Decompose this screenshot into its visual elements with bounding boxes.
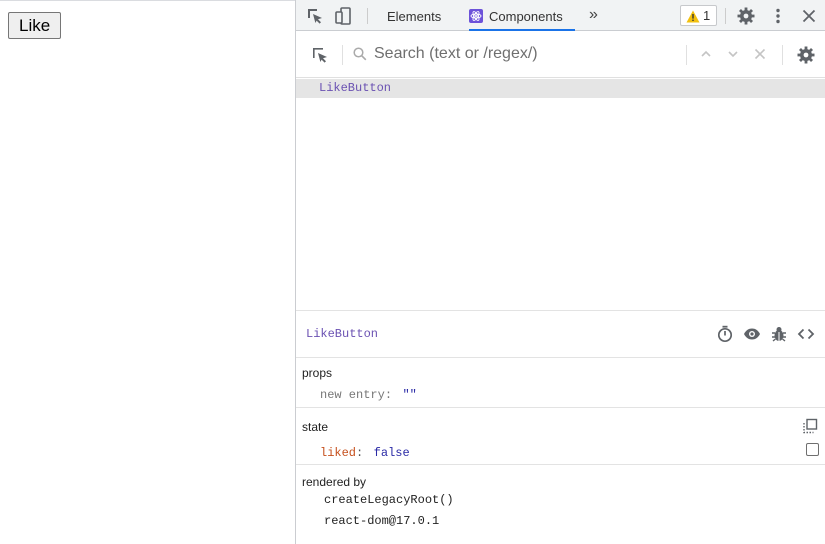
react-logo-icon bbox=[469, 9, 483, 23]
tab-components[interactable]: Components bbox=[469, 0, 575, 31]
state-title: state bbox=[302, 420, 329, 434]
next-result-icon[interactable] bbox=[725, 46, 741, 62]
search-divider bbox=[782, 45, 783, 65]
tab-components-label: Components bbox=[489, 9, 563, 24]
search-divider bbox=[342, 45, 343, 65]
copy-icon[interactable] bbox=[802, 418, 818, 434]
state-value: false bbox=[373, 446, 410, 460]
inspect-element-icon[interactable] bbox=[305, 6, 325, 26]
previous-result-icon[interactable] bbox=[698, 46, 714, 62]
warnings-count: 1 bbox=[703, 8, 711, 23]
tree-item-label: LikeButton bbox=[319, 81, 392, 95]
like-button[interactable]: Like bbox=[8, 12, 62, 39]
rendered-by-item: createLegacyRoot() bbox=[324, 493, 454, 507]
settings-gear-icon[interactable] bbox=[736, 6, 756, 26]
inspected-component-name: LikeButton bbox=[306, 327, 379, 341]
log-to-console-bug-icon[interactable] bbox=[770, 325, 788, 343]
state-key: liked bbox=[320, 446, 357, 460]
tab-elements-label: Elements bbox=[387, 9, 442, 24]
inspect-dom-eye-icon[interactable] bbox=[743, 325, 761, 343]
view-source-icon[interactable] bbox=[797, 325, 815, 343]
state-liked-checkbox[interactable] bbox=[806, 443, 819, 456]
clear-search-icon[interactable] bbox=[752, 46, 768, 62]
rendered-by-section: rendered by createLegacyRoot() react-dom… bbox=[296, 465, 825, 544]
state-liked[interactable]: liked: false bbox=[320, 443, 410, 461]
rendered-by-title: rendered by bbox=[302, 475, 367, 489]
warnings-badge[interactable]: 1 bbox=[680, 5, 717, 26]
devtools-toolbar: Elements Components » 1 bbox=[296, 0, 825, 31]
devtools-panel: Elements Components » 1 Search (text or … bbox=[295, 0, 825, 544]
inspected-component-header: LikeButton bbox=[296, 310, 825, 358]
state-section: state liked: false bbox=[296, 408, 825, 464]
prop-new-entry[interactable]: new entry: "" bbox=[320, 385, 417, 403]
prop-colon: : bbox=[384, 388, 393, 402]
rendered-by-item: react-dom@17.0.1 bbox=[324, 514, 440, 528]
state-colon: : bbox=[356, 446, 364, 460]
more-tabs-button[interactable]: » bbox=[589, 0, 598, 30]
close-icon[interactable] bbox=[799, 6, 819, 26]
search-input[interactable] bbox=[374, 43, 674, 65]
page-viewport: Like bbox=[0, 0, 295, 544]
props-title: props bbox=[302, 366, 333, 380]
prop-value: "" bbox=[402, 388, 417, 402]
tab-elements[interactable]: Elements bbox=[387, 0, 441, 30]
props-section: props new entry: "" bbox=[296, 358, 825, 408]
component-tree-item[interactable]: LikeButton bbox=[296, 79, 825, 98]
warning-icon bbox=[686, 9, 700, 29]
more-options-icon[interactable] bbox=[768, 6, 788, 26]
search-icon bbox=[352, 46, 368, 62]
select-element-icon[interactable] bbox=[310, 45, 330, 65]
suspend-timer-icon[interactable] bbox=[716, 325, 734, 343]
prop-key: new entry bbox=[320, 388, 385, 402]
component-search-bar bbox=[296, 31, 825, 78]
device-toggle-icon[interactable] bbox=[334, 6, 354, 26]
search-divider bbox=[686, 45, 687, 65]
toolbar-divider bbox=[725, 8, 726, 24]
components-settings-gear-icon[interactable] bbox=[796, 45, 816, 65]
toolbar-divider bbox=[367, 8, 368, 24]
